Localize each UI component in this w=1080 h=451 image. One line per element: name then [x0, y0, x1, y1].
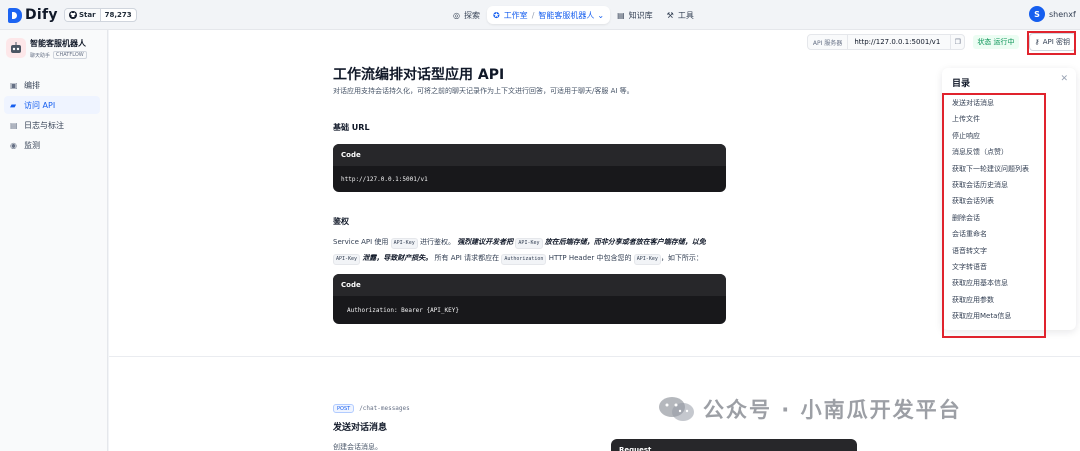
robot-avatar-icon [6, 38, 26, 58]
request-code-header: Request [611, 439, 857, 451]
sidebar-item-label: 访问 API [24, 100, 56, 110]
auth-description: Service API 使用 API-Key 进行鉴权。 强烈建议开发者把 AP… [333, 234, 729, 266]
auth-text-1: Service API 使用 [333, 238, 389, 246]
book-icon: ▤ [617, 10, 625, 20]
nav-tools[interactable]: ⚒ 工具 [660, 6, 701, 24]
robot-icon: ✪ [492, 10, 500, 20]
endpoint-path: /chat-messages [359, 405, 410, 412]
nav-label: 探索 [463, 10, 480, 20]
dify-logo[interactable]: Dify [8, 7, 58, 23]
api-server-label: API 服务器 [808, 35, 849, 49]
highlight-box-api-key [1027, 31, 1076, 55]
section-title: 发送对话消息 [333, 423, 388, 433]
base-url-code[interactable]: http://127.0.0.1:5001/v1 [333, 166, 726, 192]
logo-mark [8, 7, 22, 23]
sidebar-nav: ▣ 编排 ▰ 访问 API ▤ 日志与标注 ◉ 监测 [4, 76, 100, 156]
main-content: API 服务器 http://127.0.0.1:5001/v1 ❐ 状态 运行… [109, 30, 1080, 451]
main-nav: ◎ 探索 ✪ 工作室 / 智能客服机器人 ⌄ ▤ 知识库 ⚒ 工具 [446, 6, 701, 24]
sidebar-item-orchestrate[interactable]: ▣ 编排 [4, 76, 100, 94]
breadcrumb-separator: / [531, 10, 535, 20]
nav-explore[interactable]: ◎ 探索 [446, 6, 487, 24]
auth-warning-2: 放在后端存储，而非分享或者放在客户端存储，以免 [544, 238, 706, 246]
user-menu[interactable]: S shenxf [1029, 6, 1076, 22]
inline-code: Authorization [501, 254, 547, 265]
username: shenxf [1049, 9, 1076, 19]
api-server-field: API 服务器 http://127.0.0.1:5001/v1 ❐ [806, 34, 966, 50]
star-count: 78,273 [104, 11, 132, 19]
auth-text-3: 所有 API 请求都应在 [434, 254, 500, 262]
monitor-icon: ◉ [10, 140, 17, 150]
app-subtitle: 聊天助手 [30, 52, 51, 59]
auth-code-block: Code Authorization: Bearer {API_KEY} [333, 274, 726, 324]
app-header[interactable]: 智能客服机器人 聊天助手 CHATFLOW [6, 38, 87, 59]
endpoint-row: POST /chat-messages [333, 404, 410, 413]
star-label: Star [79, 11, 96, 19]
section-divider [109, 356, 1080, 357]
sidebar-item-api-access[interactable]: ▰ 访问 API [4, 96, 100, 114]
github-star-button[interactable]: Star 78,273 [64, 8, 137, 22]
sidebar-item-label: 日志与标注 [24, 120, 64, 130]
copy-icon[interactable]: ❐ [950, 34, 964, 50]
compass-icon: ◎ [453, 10, 460, 20]
logo-text: Dify [25, 7, 58, 23]
chevron-down-icon: ⌄ [597, 10, 605, 20]
close-icon[interactable]: ✕ [1060, 74, 1068, 84]
nav-label: 知识库 [628, 10, 653, 20]
watermark-text: 公众号 · 小南瓜开发平台 [703, 398, 962, 422]
auth-warning-1: 强烈建议开发者把 [457, 238, 514, 246]
auth-text-5: ，如下所示： [660, 254, 703, 262]
top-bar: Dify Star 78,273 ◎ 探索 ✪ 工作室 / 智能客服机器人 ⌄ … [0, 0, 1080, 30]
code-label: Code [333, 274, 726, 296]
nav-label: 工作室 [503, 10, 528, 20]
inline-code: API-Key [633, 254, 661, 265]
auth-code[interactable]: Authorization: Bearer {API_KEY} [333, 296, 726, 324]
nav-label: 工具 [677, 10, 694, 20]
inline-code: API-Key [390, 238, 418, 249]
github-icon [69, 11, 77, 19]
sidebar: 智能客服机器人 聊天助手 CHATFLOW ▣ 编排 ▰ 访问 API ▤ 日志… [0, 30, 108, 451]
nav-studio[interactable]: ✪ 工作室 / 智能客服机器人 ⌄ [486, 6, 611, 24]
sidebar-item-label: 监测 [24, 140, 40, 150]
inline-code: API-Key [333, 254, 361, 265]
code-label: Code [333, 144, 726, 166]
app-name: 智能客服机器人 [30, 39, 86, 48]
sidebar-item-monitor[interactable]: ◉ 监测 [4, 136, 100, 154]
tool-icon: ⚒ [666, 10, 674, 20]
inline-code: API-Key [515, 238, 543, 249]
page-title: 工作流编排对话型应用 API [333, 67, 505, 83]
status-badge: 状态 运行中 [973, 35, 1019, 49]
highlight-box-toc [942, 93, 1046, 338]
log-icon: ▤ [10, 120, 18, 130]
page-description: 对话应用支持会话持久化，可将之前的聊天记录作为上下文进行回答，可适用于聊天/客服… [333, 87, 634, 95]
auth-text-2: 进行鉴权。 [419, 238, 455, 246]
base-url-code-block: Code http://127.0.0.1:5001/v1 [333, 144, 726, 192]
api-server-url[interactable]: http://127.0.0.1:5001/v1 [848, 38, 950, 46]
layout-icon: ▣ [10, 80, 18, 90]
base-url-heading: 基础 URL [333, 123, 370, 132]
sidebar-item-logs[interactable]: ▤ 日志与标注 [4, 116, 100, 134]
watermark: 公众号 · 小南瓜开发平台 [657, 394, 962, 424]
avatar: S [1029, 6, 1045, 22]
nav-knowledge[interactable]: ▤ 知识库 [610, 6, 660, 24]
auth-text-4: HTTP Header 中包含您的 [548, 254, 632, 262]
toc-title: 目录 [952, 79, 971, 89]
terminal-icon: ▰ [10, 100, 17, 110]
http-method-badge: POST [333, 404, 355, 413]
active-app-name[interactable]: 智能客服机器人 [538, 10, 594, 21]
auth-heading: 鉴权 [333, 217, 349, 226]
section-description: 创建会话消息。 [333, 443, 382, 451]
app-type-badge: CHATFLOW [53, 51, 87, 59]
wechat-icon [659, 397, 694, 421]
auth-warning-3: 泄露，导致财产损失。 [362, 254, 433, 262]
sidebar-item-label: 编排 [24, 80, 40, 90]
